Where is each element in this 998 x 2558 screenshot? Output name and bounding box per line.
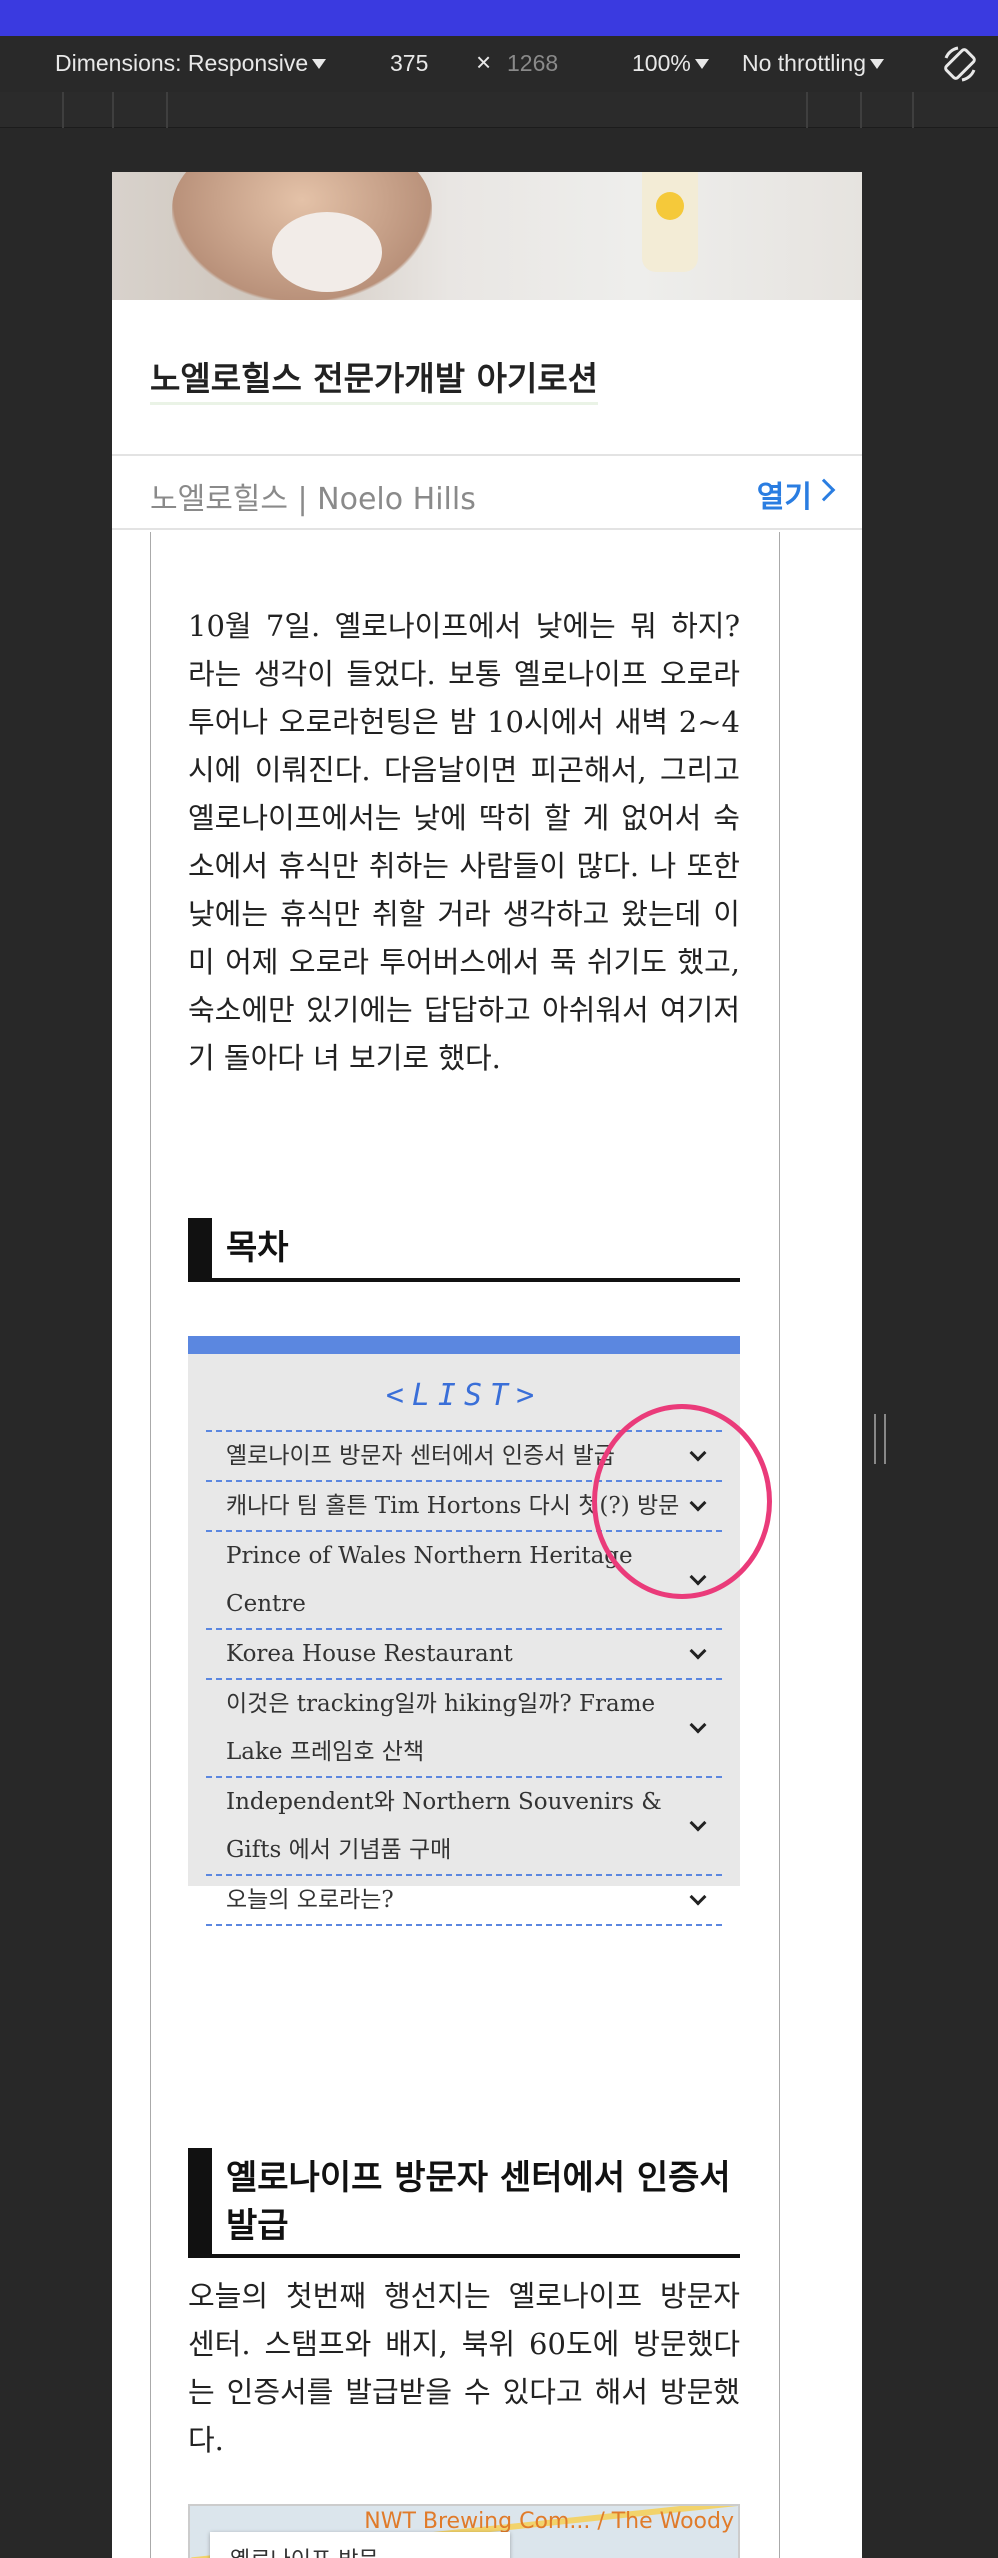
ad-open-link[interactable]: 열기 [757, 472, 812, 516]
toc-item[interactable]: 오늘의 오로라는? [206, 1876, 722, 1926]
device-viewport[interactable]: 노엘로힐스 전문가개발 아기로션 노엘로힐스 | Noelo Hills 열기 … [112, 172, 862, 2558]
toc-item[interactable]: Korea House Restaurant [206, 1630, 722, 1680]
intro-paragraph: 10월 7일. 옐로나이프에서 낮에는 뭐 하지? 라는 생각이 들었다. 보통… [188, 609, 740, 1075]
caret-down-icon [694, 59, 709, 69]
devtools-device-toolbar: Dimensions: Responsive 375 × 1268 100% N… [0, 36, 998, 92]
chevron-down-icon [689, 1814, 707, 1832]
width-input[interactable]: 375 [390, 50, 428, 77]
ad-brand: 노엘로힐스 | Noelo Hills [150, 482, 476, 517]
ad-footer[interactable]: 노엘로힐스 | Noelo Hills 열기 [112, 454, 862, 530]
annotation-circle [592, 1404, 772, 1599]
section-paragraph: 오늘의 첫번째 행선지는 옐로나이프 방문자 센터. 스탬프와 배지, 북위 6… [188, 2279, 740, 2457]
rotate-icon[interactable] [940, 44, 980, 90]
viewport-resize-handle[interactable] [874, 1414, 886, 1464]
chevron-down-icon [689, 1716, 707, 1734]
zoom-dropdown[interactable]: 100% [632, 50, 709, 77]
height-input[interactable]: 1268 [507, 50, 558, 77]
chevron-right-icon [812, 478, 836, 502]
devtools-top-strip [0, 0, 998, 36]
section-heading: 옐로나이프 방문자 센터에서 인증서 발급 [188, 2148, 740, 2258]
toc-item[interactable]: Independent와 Northern Souvenirs & Gifts … [206, 1778, 722, 1876]
ad-baby-shape [272, 212, 382, 292]
map-place-label: NWT Brewing Com... / The Woody [364, 2509, 734, 2534]
dimensions-dropdown[interactable]: Dimensions: Responsive [55, 50, 327, 77]
chevron-down-icon [689, 1888, 707, 1906]
ad-title[interactable]: 노엘로힐스 전문가개발 아기로션 [150, 352, 599, 405]
media-query-ruler [0, 92, 998, 128]
map-info-card[interactable]: 옐로나이프 방문... [210, 2532, 510, 2558]
ad-image[interactable] [112, 172, 862, 300]
times-sign: × [476, 47, 492, 77]
throttling-dropdown[interactable]: No throttling [742, 50, 885, 77]
caret-down-icon [312, 59, 327, 69]
toc-item[interactable]: 이것은 tracking일까 hiking일까? Frame Lake 프레임호… [206, 1680, 722, 1778]
chevron-down-icon [689, 1642, 707, 1660]
toc-heading: 목차 [188, 1218, 740, 1282]
embedded-map[interactable]: NWT Brewing Com... / The Woody 옐로나이프 방문.… [188, 2504, 740, 2558]
ad-lotion-bottle [642, 172, 698, 272]
caret-down-icon [870, 59, 885, 69]
